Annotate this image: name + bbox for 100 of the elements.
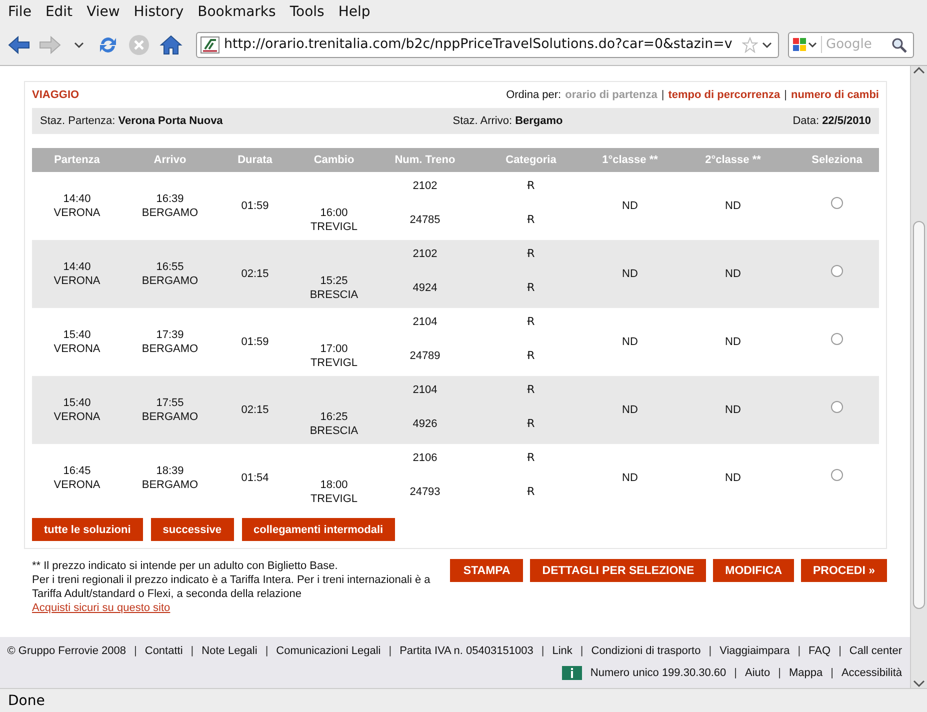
action-button[interactable]: STAMPA [450,559,524,582]
regional-train-symbol: Ɍ [527,349,535,363]
regional-train-symbol: Ɍ [527,485,535,499]
separator: | [388,644,392,658]
separator: | [778,666,781,680]
separator: | [134,644,137,658]
table-cell: ND [725,471,741,485]
action-button[interactable]: MODIFICA [713,559,794,582]
search-bar[interactable]: Google [788,32,914,58]
footer-link[interactable]: Contatti [144,644,183,658]
site-logo-icon [200,36,220,54]
home-icon[interactable] [159,34,183,56]
table-cell: 17:39 BERGAMO [142,328,198,356]
scroll-up-icon[interactable] [913,66,925,76]
sort-link[interactable]: tempo di percorrenza [668,89,780,101]
menu-item[interactable]: Edit [39,4,79,20]
radio-button[interactable] [831,197,843,209]
table-cell: 02:15 [241,267,269,281]
separator: | [708,644,712,658]
table-cell: 4924 [412,281,438,295]
table-cell: 02:15 [241,403,269,417]
action-button[interactable]: collegamenti intermodali [242,518,396,541]
table-cell: ND [622,471,638,485]
arrival-station: Staz. Arrivo: Bergamo [452,115,563,127]
back-arrow-icon[interactable] [8,34,30,54]
footer-link[interactable]: © Gruppo Ferrovie 2008 [7,644,126,658]
footer-link[interactable]: Mappa [788,666,823,680]
scrollbar-thumb[interactable] [913,221,925,609]
table-cell: 14:40 VERONA [54,192,100,220]
footer-link[interactable]: Note Legali [202,644,258,658]
footer-link[interactable]: FAQ [808,644,831,658]
section-title: VIAGGIO [32,89,80,101]
column-header: 1°classe ** [601,154,659,166]
regional-train-symbol: Ɍ [527,247,535,261]
scroll-down-icon[interactable] [913,678,925,688]
scrollbar[interactable] [910,66,927,688]
regional-train-symbol: Ɍ [527,383,535,397]
footer-link[interactable]: Numero unico 199.30.30.60 [590,666,726,680]
note-text: ** Il prezzo indicato si intende per un adulto con Biglietto Base. [32,559,339,573]
footer-link[interactable]: Comunicazioni Legali [276,644,381,658]
footer-link[interactable]: Link [552,644,572,658]
caret-icon[interactable] [74,40,84,48]
column-header: Durata [236,154,274,166]
menu-item[interactable]: Tools [284,4,330,20]
star-icon[interactable] [742,36,758,52]
column-header: Categoria [504,154,558,166]
menu-item[interactable]: Bookmarks [192,4,282,20]
forward-arrow-icon[interactable] [39,34,61,54]
menu-item[interactable]: View [80,4,126,20]
footer-link[interactable]: Call center [849,644,902,658]
table-cell: ND [725,267,741,281]
regional-train-symbol: Ɍ [527,281,535,295]
action-button[interactable]: successive [150,518,234,541]
note-text: Per i treni regionali il prezzo indicato è a Tariffa Intera. Per i treni internazionali è a Tariffa Adult/standard o Flexi, a seconda della relazione [32,573,432,601]
footer-link[interactable]: Condizioni di trasporto [591,644,701,658]
radio-button[interactable] [831,333,843,345]
action-button[interactable]: PROCEDI » [801,559,887,582]
search-engine-icon[interactable] [792,36,818,52]
caret-icon[interactable] [762,40,772,48]
footer-link[interactable]: Aiuto [745,666,770,680]
status-text: Done [8,692,45,708]
table-cell: 15:25 BRESCIA [310,274,358,302]
table-cell: 16:25 BRESCIA [310,410,358,438]
radio-button[interactable] [831,401,843,413]
menu-item[interactable]: Help [332,4,376,20]
separator: | [661,89,664,101]
separator: | [830,666,834,680]
table-cell: 18:39 BERGAMO [142,464,198,492]
regional-train-symbol: Ɍ [527,451,535,465]
table-cell: 18:00 TREVIGL [310,478,358,506]
column-header: Seleziona [810,154,864,166]
radio-button[interactable] [831,265,843,277]
menu-item[interactable]: History [128,4,190,20]
search-icon[interactable] [891,36,907,52]
secure-purchase-link[interactable]: Acquisti sicuri su questo sito [32,602,170,614]
table-cell: 4926 [412,417,438,431]
table-cell: 15:40 VERONA [54,328,100,356]
address-field[interactable]: http://orario.trenitalia.com/b2c/nppPriceTravelSolutions.do?car=0&stazin=v [196,32,779,58]
column-header: Cambio [312,154,356,166]
table-cell: ND [622,403,638,417]
action-button[interactable]: DETTAGLI PER SELEZIONE [530,559,706,582]
table-cell: ND [725,199,741,213]
radio-button[interactable] [831,469,843,481]
regional-train-symbol: Ɍ [527,213,535,227]
table-cell: 24785 [410,213,440,227]
footer-link[interactable]: Partita IVA n. 05403151003 [400,644,534,658]
action-button[interactable]: tutte le soluzioni [32,518,143,541]
sort-link[interactable]: numero di cambi [790,89,879,101]
table-cell: 14:40 VERONA [54,260,100,288]
separator: | [838,644,842,658]
footer-link[interactable]: Accessibilità [841,666,902,680]
table-cell: ND [622,267,638,281]
stop-icon[interactable] [128,34,150,56]
table-cell: 2106 [412,451,438,465]
footer-link[interactable]: Viaggiaimpara [720,644,790,658]
table-cell: 15:40 VERONA [54,396,100,424]
table-cell: ND [622,199,638,213]
table-cell: ND [725,403,741,417]
table-cell: 24789 [410,349,440,363]
menu-item[interactable]: File [2,4,38,20]
